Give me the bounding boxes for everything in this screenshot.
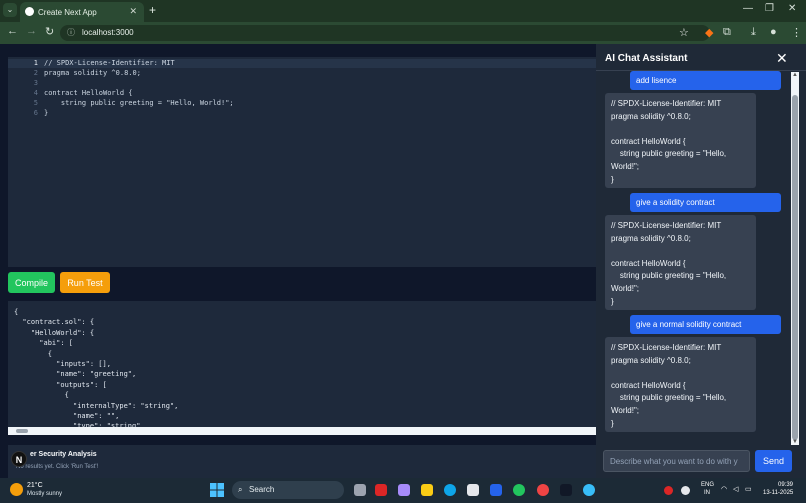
compile-output-text: { "contract.sol": { "HelloWorld": { "abi…	[14, 308, 179, 427]
bookmark-star-icon[interactable]: ☆	[679, 26, 689, 39]
compile-output-panel[interactable]: { "contract.sol": { "HelloWorld": { "abi…	[8, 301, 596, 427]
security-analysis-title: er Security Analysis	[30, 451, 97, 458]
chat-user-message: give a solidity contract	[630, 193, 781, 212]
wifi-icon[interactable]: ◠	[721, 485, 727, 493]
url-text: localhost:3000	[82, 28, 134, 37]
chat-scrollbar-thumb[interactable]	[792, 95, 798, 440]
input-language[interactable]: ENG	[701, 482, 714, 488]
weather-temperature[interactable]: 21°C	[27, 482, 43, 489]
weather-description[interactable]: Mostly sunny	[27, 491, 62, 497]
battery-icon[interactable]: ▭	[745, 485, 752, 493]
windows-start-icon[interactable]	[210, 483, 224, 497]
back-icon[interactable]: ←	[7, 25, 18, 37]
menu-kebab-icon[interactable]: ⋮	[791, 26, 802, 39]
forward-icon[interactable]: →	[26, 25, 37, 37]
editor-code-line[interactable]: // SPDX-License-Identifier: MIT	[44, 59, 175, 67]
site-info-icon[interactable]: ⓘ	[67, 25, 75, 41]
editor-line-number: 2	[33, 69, 38, 77]
output-scrollbar-thumb[interactable]	[16, 429, 28, 433]
taskbar-search[interactable]: ⌕ Search	[232, 481, 344, 499]
app-copilot-icon[interactable]	[398, 484, 410, 496]
nextjs-dev-logo-icon[interactable]: N	[11, 451, 27, 467]
editor-line-number: 3	[33, 79, 38, 87]
editor-line-number: 4	[33, 89, 38, 97]
output-horizontal-scrollbar[interactable]	[8, 427, 596, 435]
chat-title: AI Chat Assistant	[605, 53, 688, 64]
extension-icon[interactable]: ◆	[705, 26, 713, 39]
browser-tab[interactable]: Create Next App ✕	[20, 2, 144, 22]
chat-assistant-message: // SPDX-License-Identifier: MIT pragma s…	[605, 215, 756, 310]
security-analysis-status: No results yet. Click 'Run Test'!	[16, 464, 99, 470]
extensions-puzzle-icon[interactable]: ⧉	[723, 26, 731, 39]
address-bar[interactable]: ⓘ localhost:3000	[60, 25, 710, 41]
tab-close-icon[interactable]: ✕	[129, 6, 137, 17]
run-test-button[interactable]: Run Test	[60, 272, 110, 293]
editor-code-line[interactable]: pragma solidity ^0.8.0;	[44, 69, 141, 77]
editor-line-number: 1	[33, 59, 38, 67]
tab-title: Create Next App	[38, 7, 97, 17]
new-tab-icon[interactable]: +	[149, 3, 156, 17]
window-close-icon[interactable]: ✕	[788, 3, 796, 14]
chat-assistant-message: // SPDX-License-Identifier: MIT pragma s…	[605, 93, 756, 188]
app-dark-icon[interactable]	[560, 484, 572, 496]
chrome-icon[interactable]	[513, 484, 525, 496]
send-button[interactable]: Send	[755, 450, 792, 472]
search-icon: ⌕	[238, 485, 243, 494]
store-icon[interactable]	[467, 484, 479, 496]
edge-icon[interactable]	[444, 484, 456, 496]
chat-user-message: add lisence	[630, 71, 781, 90]
editor-line-number: 5	[33, 99, 38, 107]
file-explorer-icon[interactable]	[421, 484, 433, 496]
compile-button[interactable]: Compile	[8, 272, 55, 293]
download-icon[interactable]: ⤓	[751, 26, 756, 39]
next-favicon-icon	[25, 7, 34, 16]
clock-date[interactable]: 13-11-2025	[763, 490, 793, 496]
minimize-icon[interactable]: —	[743, 3, 753, 14]
editor-code-line[interactable]: contract HelloWorld {	[44, 89, 133, 97]
tab-search-dropdown-icon[interactable]: ⌄	[3, 3, 17, 17]
chat-assistant-message: // SPDX-License-Identifier: MIT pragma s…	[605, 337, 756, 432]
chat-user-message: give a normal solidity contract	[630, 315, 781, 334]
taskbar-search-label: Search	[249, 485, 275, 494]
editor-code-line[interactable]: string public greeting = "Hello, World!"…	[44, 99, 234, 107]
app-shield-icon[interactable]	[375, 484, 387, 496]
tray-app-icon[interactable]	[664, 486, 673, 495]
restore-icon[interactable]: ❐	[765, 3, 774, 14]
chat-input[interactable]	[603, 450, 750, 472]
editor-code-line[interactable]: }	[44, 109, 48, 117]
volume-icon[interactable]: ◁	[733, 485, 738, 493]
scroll-up-arrow-icon[interactable]: ▲	[791, 72, 799, 80]
weather-sun-icon[interactable]	[10, 483, 23, 496]
profile-avatar-icon[interactable]: ●	[770, 26, 777, 38]
task-view-icon[interactable]	[354, 484, 366, 496]
reload-icon[interactable]: ↻	[45, 25, 54, 38]
clock-time[interactable]: 09:39	[778, 482, 793, 488]
app-red-icon[interactable]	[537, 484, 549, 496]
input-region[interactable]: IN	[704, 490, 710, 496]
chat-close-icon[interactable]: ✕	[776, 50, 788, 67]
security-analysis-panel	[8, 445, 596, 478]
tray-sync-icon[interactable]	[681, 486, 690, 495]
scroll-down-arrow-icon[interactable]: ▼	[791, 439, 799, 447]
app-blue-icon[interactable]	[490, 484, 502, 496]
app-cyan-icon[interactable]	[583, 484, 595, 496]
editor-line-number: 6	[33, 109, 38, 117]
